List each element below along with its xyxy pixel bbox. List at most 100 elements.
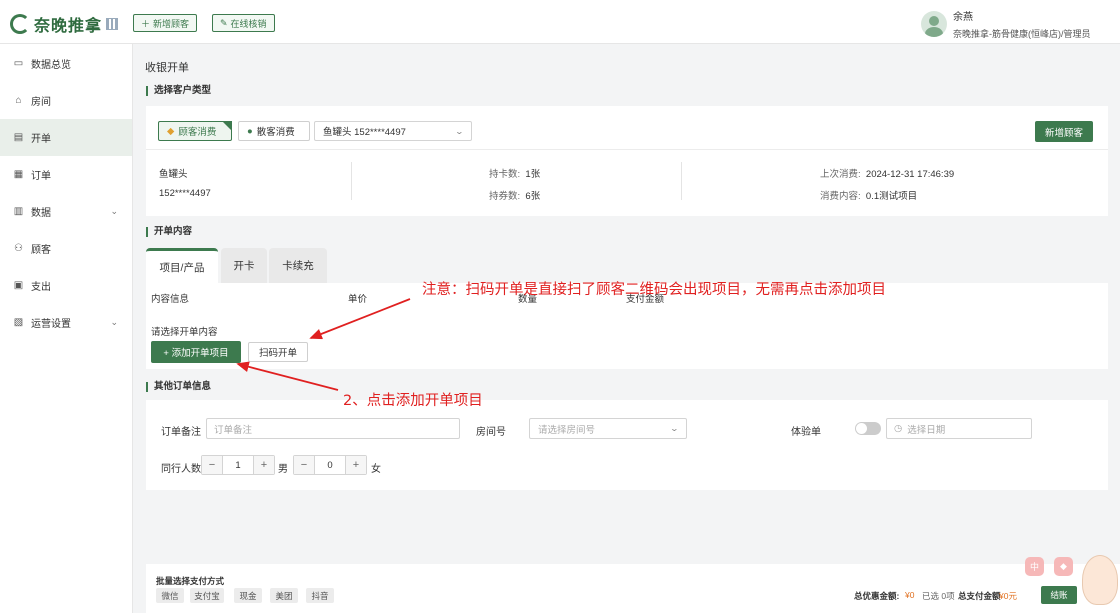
add-customer-button[interactable]: 新增顾客 <box>1035 121 1093 142</box>
sidebar-item-expenses[interactable]: ▣ 支出 <box>0 267 132 304</box>
remark-input[interactable]: 订单备注 <box>206 418 460 439</box>
male-count-value[interactable]: 1 <box>222 456 254 474</box>
add-order-item-button[interactable]: + 添加开单项目 <box>151 341 241 363</box>
select-prompt: 请选择开单内容 <box>151 327 218 338</box>
sidebar-item-label: 房间 <box>31 97 51 108</box>
card-count-value: 1张 <box>525 169 541 180</box>
chat-float-icon[interactable]: 中 <box>1025 557 1044 576</box>
minus-button[interactable]: − <box>202 456 222 474</box>
column-header-content: 内容信息 <box>151 294 190 305</box>
pay-method-wechat[interactable]: 微信 <box>156 588 184 603</box>
coupon-count-value: 6张 <box>525 191 541 202</box>
section-title-order-content: 开单内容 <box>146 227 192 237</box>
shirt-float-icon[interactable]: ◆ <box>1054 557 1073 576</box>
room-select-placeholder: 请选择房间号 <box>538 424 596 436</box>
sidebar-item-label: 数据 <box>31 208 51 219</box>
male-count-stepper[interactable]: − 1 + <box>201 455 275 475</box>
pay-method-meituan[interactable]: 美团 <box>270 588 298 603</box>
total-value: ¥0元 <box>999 591 1017 601</box>
customer-card: ◆ 顾客消费 ● 散客消费 鱼罐头 152****4497 ⌄ 新增顾客 鱼罐头… <box>146 106 1108 216</box>
plus-button[interactable]: + <box>346 456 366 474</box>
wallet-icon: ▣ <box>13 280 24 291</box>
online-verify-label: 在线核销 <box>230 18 267 29</box>
sidebar-item-customers[interactable]: ⚇ 顾客 <box>0 230 132 267</box>
tab-items-products[interactable]: 项目/产品 <box>146 248 218 283</box>
top-header: 奈晚推拿 ＋ 新增顾客 ✎ 在线核销 余燕 奈晚推拿-筋骨健康(恒峰店)/管理员 <box>0 0 1120 44</box>
selected-count: 已选 0项 <box>922 591 955 601</box>
monitor-icon: ▭ <box>13 58 24 69</box>
sidebar-item-open-order[interactable]: ▤ 开单 <box>0 119 132 156</box>
section-title-customer-type: 选择客户类型 <box>146 86 211 96</box>
sidebar-item-rooms[interactable]: ⌂ 房间 <box>0 82 132 119</box>
column-header-price: 单价 <box>348 294 368 305</box>
online-verify-button[interactable]: ✎ 在线核销 <box>212 14 275 32</box>
date-picker[interactable]: ◷ 选择日期 <box>886 418 1032 439</box>
sidebar-item-label: 顾客 <box>31 245 51 256</box>
customer-name: 鱼罐头 <box>159 169 188 180</box>
coupon-count-label: 持券数: <box>489 191 521 202</box>
chevron-down-icon: ⌄ <box>110 206 118 216</box>
sidebar-item-overview[interactable]: ▭ 数据总览 <box>0 45 132 82</box>
female-count-value[interactable]: 0 <box>314 456 346 474</box>
customer-select-value: 鱼罐头 152****4497 <box>323 127 406 138</box>
divider <box>351 162 352 200</box>
plus-icon: ＋ <box>141 18 151 29</box>
order-icon: ▦ <box>13 169 24 180</box>
chevron-down-icon: ⌄ <box>454 126 465 136</box>
sidebar-item-settings[interactable]: ▧ 运营设置 ⌄ <box>0 304 132 341</box>
qr-code-icon <box>106 18 119 30</box>
diamond-icon: ◆ <box>167 125 175 137</box>
remark-label: 订单备注 <box>161 427 201 438</box>
new-customer-top-button[interactable]: ＋ 新增顾客 <box>133 14 198 32</box>
clock-icon: ◷ <box>894 423 903 434</box>
minus-button[interactable]: − <box>294 456 314 474</box>
mascot-icon[interactable] <box>1082 555 1118 605</box>
chevron-down-icon: ⌄ <box>669 424 680 433</box>
room-select[interactable]: 请选择房间号 ⌄ <box>529 418 687 439</box>
chart-icon: ▥ <box>13 206 24 217</box>
member-consume-toggle[interactable]: ◆ 顾客消费 <box>158 121 232 141</box>
last-visit: 上次消费: 2024-12-31 17:46:39 <box>820 166 954 180</box>
pay-method-douyin[interactable]: 抖音 <box>306 588 334 603</box>
member-consume-label: 顾客消费 <box>178 127 217 138</box>
sidebar-item-label: 支出 <box>31 282 51 293</box>
sidebar-item-label: 运营设置 <box>31 319 71 330</box>
trial-toggle[interactable] <box>855 422 881 435</box>
edit-icon: ✎ <box>220 17 228 28</box>
room-label: 房间号 <box>476 427 506 438</box>
pay-method-alipay[interactable]: 支付宝 <box>190 588 224 603</box>
app-logo[interactable]: 奈晚推拿 <box>10 12 119 36</box>
tab-card-recharge[interactable]: 卡续充 <box>269 248 327 283</box>
user-profile[interactable]: 余燕 奈晚推拿-筋骨健康(恒峰店)/管理员 <box>921 8 1091 40</box>
male-label: 男 <box>278 464 288 475</box>
walkin-consume-label: 散客消费 <box>256 127 295 138</box>
female-count-stepper[interactable]: − 0 + <box>293 455 367 475</box>
card-count: 持卡数: 1张 <box>489 166 540 180</box>
logo-text: 奈晚推拿 <box>34 16 103 35</box>
discount-value: ¥0 <box>905 590 915 600</box>
user-role: 奈晚推拿-筋骨健康(恒峰店)/管理员 <box>953 29 1091 39</box>
customer-phone: 152****4497 <box>159 188 211 199</box>
divider <box>681 162 682 200</box>
trial-label: 体验单 <box>791 427 821 438</box>
sidebar: ▭ 数据总览 ⌂ 房间 ▤ 开单 ▦ 订单 ▥ 数据 ⌄ ⚇ 顾客 ▣ 支出 ▧… <box>0 44 133 613</box>
sidebar-item-orders[interactable]: ▦ 订单 <box>0 156 132 193</box>
customer-select[interactable]: 鱼罐头 152****4497 ⌄ <box>314 121 472 141</box>
tab-open-card[interactable]: 开卡 <box>221 248 267 283</box>
section-title-other-info: 其他订单信息 <box>146 382 211 392</box>
annotation-step-2: 2、点击添加开单项目 <box>343 393 483 409</box>
sidebar-item-data[interactable]: ▥ 数据 ⌄ <box>0 193 132 230</box>
batch-pay-label: 批量选择支付方式 <box>156 576 225 586</box>
date-placeholder: 选择日期 <box>907 424 946 436</box>
checkout-footer: 批量选择支付方式 微信 支付宝 现金 美团 抖音 总优惠金额: ¥0 已选 0项… <box>146 564 1120 613</box>
walkin-consume-toggle[interactable]: ● 散客消费 <box>238 121 310 141</box>
plus-button[interactable]: + <box>254 456 274 474</box>
divider <box>146 149 1108 150</box>
page-title: 收银开单 <box>145 62 189 74</box>
pay-method-cash[interactable]: 现金 <box>234 588 262 603</box>
sidebar-item-label: 开单 <box>31 134 51 145</box>
scan-order-button[interactable]: 扫码开单 <box>248 342 308 362</box>
last-item: 消费内容: 0.1测试项目 <box>820 188 917 202</box>
other-info-card: 订单备注 订单备注 房间号 请选择房间号 ⌄ 体验单 ◷ 选择日期 同行人数 −… <box>146 400 1108 490</box>
checkout-button[interactable]: 结账 <box>1041 586 1077 604</box>
